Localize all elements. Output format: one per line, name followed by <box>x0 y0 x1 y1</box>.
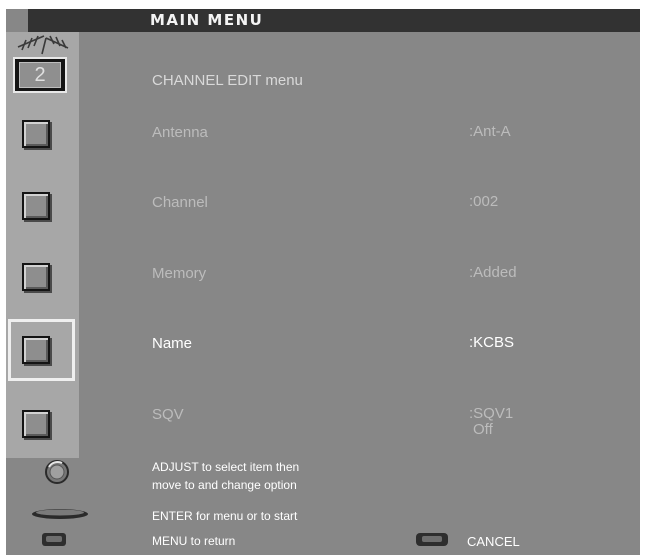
footer-menu-hint: MENU to return <box>152 534 236 548</box>
menu-item-icon[interactable] <box>22 192 50 220</box>
row-sqv-value: :SQV1 Off <box>469 406 513 438</box>
menu-item-icon[interactable] <box>22 336 50 364</box>
cancel-label[interactable]: CANCEL <box>467 534 520 549</box>
menu-item-icon[interactable] <box>22 120 50 148</box>
cancel-button-icon[interactable] <box>413 531 451 548</box>
title-bar <box>28 9 640 32</box>
channel-number-icon: 2 <box>13 57 67 93</box>
row-name-value: :KCBS <box>469 334 515 351</box>
antenna-icon <box>17 35 69 55</box>
row-memory-label[interactable]: Memory <box>152 265 206 282</box>
menu-heading: CHANNEL EDIT menu <box>152 72 303 89</box>
footer-adjust-line1: ADJUST to select item then <box>152 460 300 474</box>
row-antenna-label[interactable]: Antenna <box>152 124 208 141</box>
page-title: MAIN MENU <box>150 11 264 29</box>
menu-item-icon[interactable] <box>22 410 50 438</box>
icon-sidebar <box>6 32 79 458</box>
row-channel-value: :002 <box>469 193 499 210</box>
row-sqv-value-line1: :SQV1 <box>469 405 514 422</box>
adjust-knob-icon <box>45 460 69 484</box>
enter-button-icon <box>32 509 88 519</box>
footer-adjust-line2: move to and change option <box>152 478 297 492</box>
channel-number: 2 <box>19 62 61 88</box>
menu-button-icon <box>42 533 66 546</box>
row-sqv-label[interactable]: SQV <box>152 406 184 423</box>
row-sqv-value-line2: Off <box>473 421 493 438</box>
row-channel-label[interactable]: Channel <box>152 194 208 211</box>
row-name-label[interactable]: Name <box>152 335 192 352</box>
row-antenna-value: :Ant-A <box>469 123 511 140</box>
menu-panel <box>6 9 640 555</box>
footer-enter-hint: ENTER for menu or to start <box>152 509 298 523</box>
row-memory-value: :Added <box>469 264 517 281</box>
menu-item-icon[interactable] <box>22 263 50 291</box>
